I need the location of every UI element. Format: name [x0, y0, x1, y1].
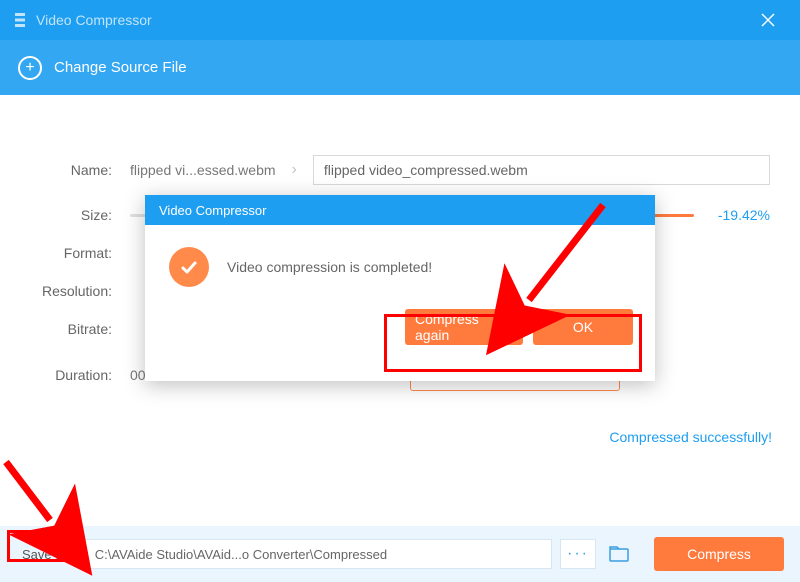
name-source-value: flipped vi...essed.webm: [130, 162, 276, 178]
size-percent: -19.42%: [718, 207, 770, 223]
ok-button[interactable]: OK: [533, 309, 633, 345]
chevron-right-icon: ›: [276, 161, 313, 179]
label-format: Format:: [30, 245, 130, 261]
dialog-title: Video Compressor: [145, 195, 655, 225]
label-name: Name:: [30, 162, 130, 178]
name-output-input[interactable]: [313, 155, 770, 185]
footer: Save to: C:\AVAide Studio\AVAid...o Conv…: [0, 526, 800, 582]
plus-icon[interactable]: +: [18, 56, 42, 80]
label-size: Size:: [30, 207, 130, 223]
save-path-input[interactable]: C:\AVAide Studio\AVAid...o Converter\Com…: [84, 539, 552, 569]
titlebar: Video Compressor: [0, 0, 800, 40]
completion-dialog: Video Compressor Video compression is co…: [145, 195, 655, 381]
label-duration: Duration:: [30, 367, 130, 383]
change-source-button[interactable]: Change Source File: [54, 59, 187, 76]
check-icon: [169, 247, 209, 287]
label-bitrate: Bitrate:: [30, 321, 130, 337]
save-path-text: C:\AVAide Studio\AVAid...o Converter\Com…: [95, 547, 387, 562]
app-icon: [12, 12, 28, 28]
label-resolution: Resolution:: [30, 283, 130, 299]
compress-button[interactable]: Compress: [654, 537, 784, 571]
browse-button[interactable]: ···: [560, 539, 596, 569]
app-title: Video Compressor: [36, 12, 152, 28]
save-to-label: Save to:: [16, 545, 76, 564]
close-icon[interactable]: [748, 0, 788, 40]
ribbon: + Change Source File: [0, 40, 800, 95]
dialog-message: Video compression is completed!: [227, 259, 432, 275]
row-name: Name: flipped vi...essed.webm ›: [30, 155, 770, 185]
compress-again-button[interactable]: Compress again: [405, 309, 523, 345]
status-text: Compressed successfully!: [0, 423, 800, 455]
open-folder-icon[interactable]: [604, 539, 634, 569]
